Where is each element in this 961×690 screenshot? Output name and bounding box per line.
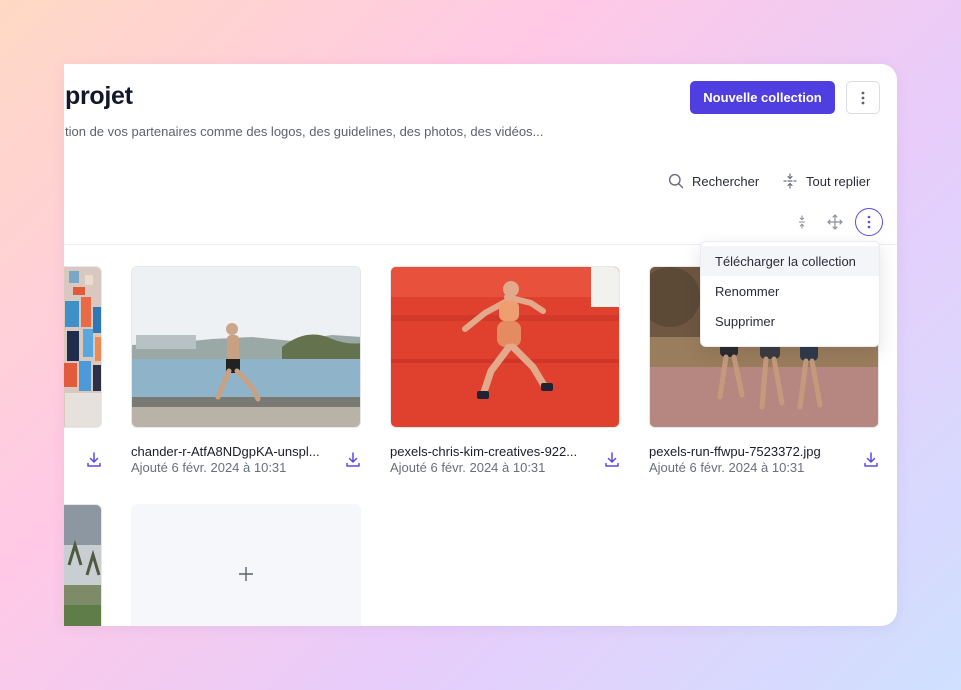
new-collection-button[interactable]: Nouvelle collection <box>690 81 835 114</box>
page-more-button[interactable] <box>846 81 880 114</box>
file-date: Ajouté 6 févr. 2024 à 10:31 <box>390 460 546 475</box>
crowd-photo <box>64 267 101 427</box>
file-date: Ajouté 6 févr. 2024 à 10:31 <box>131 460 287 475</box>
move-group-button[interactable] <box>821 208 849 236</box>
file-date: Ajouté 6 févr. 2024 à 10:31 <box>649 460 805 475</box>
more-vertical-icon <box>861 91 865 104</box>
park-photo <box>64 505 101 626</box>
collapse-icon <box>798 215 806 229</box>
collapse-icon <box>783 173 797 189</box>
download-button[interactable] <box>344 451 362 469</box>
move-icon <box>827 214 843 230</box>
image-thumbnail[interactable] <box>390 266 620 428</box>
download-button[interactable] <box>603 451 621 469</box>
menu-item-rename[interactable]: Renommer <box>701 276 879 306</box>
runner-seaside-photo <box>132 267 360 427</box>
file-name[interactable]: pexels-run-ffwpu-7523372.jpg <box>649 444 854 459</box>
file-name[interactable]: pexels-chris-kim-creatives-922... <box>390 444 595 459</box>
collection-context-menu: Télécharger la collection Renommer Suppr… <box>700 241 880 347</box>
sprinter-red-wall-photo <box>391 267 619 427</box>
download-icon <box>346 452 360 467</box>
download-icon <box>87 452 101 467</box>
collection-card: projet tion de vos partenaires comme des… <box>64 64 897 626</box>
image-thumbnail[interactable] <box>64 504 102 626</box>
page-title: projet <box>65 82 133 110</box>
download-icon <box>605 452 619 467</box>
search-button[interactable]: Rechercher <box>668 170 759 192</box>
download-icon <box>864 452 878 467</box>
more-vertical-icon <box>867 215 871 229</box>
search-icon <box>668 173 684 189</box>
collapse-group-button[interactable] <box>788 208 816 236</box>
group-more-button[interactable] <box>855 208 883 236</box>
image-thumbnail[interactable] <box>131 266 361 428</box>
collapse-all-button[interactable]: Tout replier <box>782 170 870 192</box>
plus-icon <box>239 567 253 581</box>
add-file-tile[interactable] <box>131 504 361 626</box>
image-thumbnail[interactable] <box>64 266 102 428</box>
file-name[interactable]: chander-r-AtfA8NDgpKA-unspl... <box>131 444 336 459</box>
download-button[interactable] <box>85 451 103 469</box>
menu-item-delete[interactable]: Supprimer <box>701 306 879 336</box>
search-label: Rechercher <box>692 173 760 189</box>
menu-item-download-collection[interactable]: Télécharger la collection <box>701 246 879 276</box>
collapse-all-label: Tout replier <box>806 173 871 189</box>
download-button[interactable] <box>862 451 880 469</box>
page-description: tion de vos partenaires comme des logos,… <box>65 124 544 139</box>
